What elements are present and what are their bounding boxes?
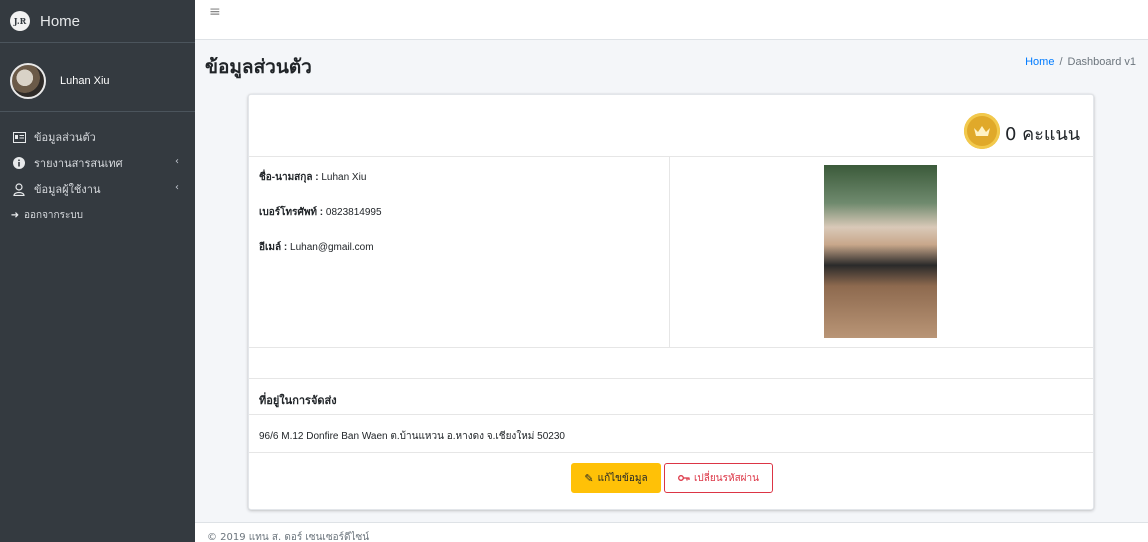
spacer-row — [249, 348, 1093, 379]
menu-toggle-icon[interactable]: ≡ — [209, 4, 221, 20]
profile-photo-cell — [670, 157, 1093, 348]
sidebar-item-label: รายงานสารสนเทศ — [34, 157, 123, 170]
profile-card: 0 คะแนน ชื่อ-นามสกุล : Luhan Xiu เบอร์โท… — [248, 94, 1094, 510]
brand-logo: J.R — [10, 11, 30, 31]
breadcrumb: Home / Dashboard v1 — [1025, 56, 1136, 68]
profile-photo — [824, 165, 937, 338]
sidebar-item-label: ข้อมูลส่วนตัว — [34, 131, 96, 144]
sidebar-item-label: ข้อมูลผู้ใช้งาน — [34, 183, 101, 196]
crown-coin-icon — [964, 113, 1000, 149]
sidebar-item-label: ออกจากระบบ — [24, 209, 84, 221]
name-value: Luhan Xiu — [321, 172, 367, 183]
page-title: ข้อมูลส่วนตัว — [205, 56, 312, 78]
profile-details: ชื่อ-นามสกุล : Luhan Xiu เบอร์โทรศัพท์ :… — [249, 157, 670, 348]
id-card-icon — [12, 130, 26, 144]
breadcrumb-home-link[interactable]: Home — [1025, 56, 1054, 68]
user-icon — [12, 182, 26, 196]
edit-profile-label: แก้ไขข้อมูล — [597, 472, 648, 484]
content-wrapper: ข้อมูลส่วนตัว Home / Dashboard v1 0 คะแนน … — [195, 40, 1148, 522]
brand-title: Home — [40, 12, 81, 30]
name-line: ชื่อ-นามสกุล : Luhan Xiu — [259, 170, 366, 185]
address-heading-row: ที่อยู่ในการจัดส่ง — [249, 379, 1093, 415]
change-password-button[interactable]: เปลี่ยนรหัสผ่าน — [664, 463, 773, 493]
points-row: 0 คะแนน — [249, 95, 1093, 157]
sidebar-nav: ข้อมูลส่วนตัว รายงานสารสนเทศ ‹ ข้อมูลผู้… — [0, 124, 195, 228]
key-icon — [678, 472, 690, 485]
phone-label: เบอร์โทรศัพท์ : — [259, 207, 326, 218]
sidebar-item-reports[interactable]: รายงานสารสนเทศ ‹ — [0, 150, 195, 176]
points-value: 0 คะแนน — [1005, 124, 1081, 145]
footer-text: © 2019 แทน ส. ดอร์ เซนเซอร์ดีไซน์ — [207, 532, 370, 542]
phone-line: เบอร์โทรศัพท์ : 0823814995 — [259, 205, 382, 220]
breadcrumb-separator: / — [1059, 56, 1063, 68]
info-circle-icon — [12, 156, 26, 170]
avatar — [10, 62, 46, 99]
chevron-left-icon: ‹ — [175, 156, 179, 167]
user-name: Luhan Xiu — [60, 74, 110, 87]
chevron-left-icon: ‹ — [175, 182, 179, 193]
sidebar-item-logout[interactable]: ➜ ออกจากระบบ — [0, 202, 195, 228]
address-row: 96/6 M.12 Donfire Ban Waen ต.บ้านแหวน อ.… — [249, 415, 1093, 453]
phone-value: 0823814995 — [325, 207, 382, 218]
email-line: อีเมล์ : Luhan@gmail.com — [259, 240, 374, 255]
email-value: Luhan@gmail.com — [290, 242, 374, 253]
change-password-label: เปลี่ยนรหัสผ่าน — [694, 472, 759, 484]
sign-out-icon: ➜ — [10, 209, 20, 221]
sidebar-item-users[interactable]: ข้อมูลผู้ใช้งาน ‹ — [0, 176, 195, 202]
user-panel[interactable]: Luhan Xiu — [0, 50, 195, 112]
footer: © 2019 แทน ส. ดอร์ เซนเซอร์ดีไซน์ — [195, 522, 1148, 542]
edit-profile-button[interactable]: ✎ แก้ไขข้อมูล — [571, 463, 661, 493]
breadcrumb-current: Dashboard v1 — [1067, 56, 1137, 68]
brand-link[interactable]: J.R Home — [0, 0, 195, 43]
edit-icon: ✎ — [584, 471, 594, 485]
address-value: 96/6 M.12 Donfire Ban Waen ต.บ้านแหวน อ.… — [259, 431, 565, 442]
top-navbar: ≡ — [195, 0, 1148, 40]
sidebar: J.R Home Luhan Xiu ข้อมูลส่วนตัว รายงานส… — [0, 0, 195, 542]
email-label: อีเมล์ : — [259, 242, 291, 253]
address-heading: ที่อยู่ในการจัดส่ง — [259, 394, 337, 407]
sidebar-item-profile[interactable]: ข้อมูลส่วนตัว — [0, 124, 195, 150]
name-label: ชื่อ-นามสกุล : — [259, 172, 322, 183]
